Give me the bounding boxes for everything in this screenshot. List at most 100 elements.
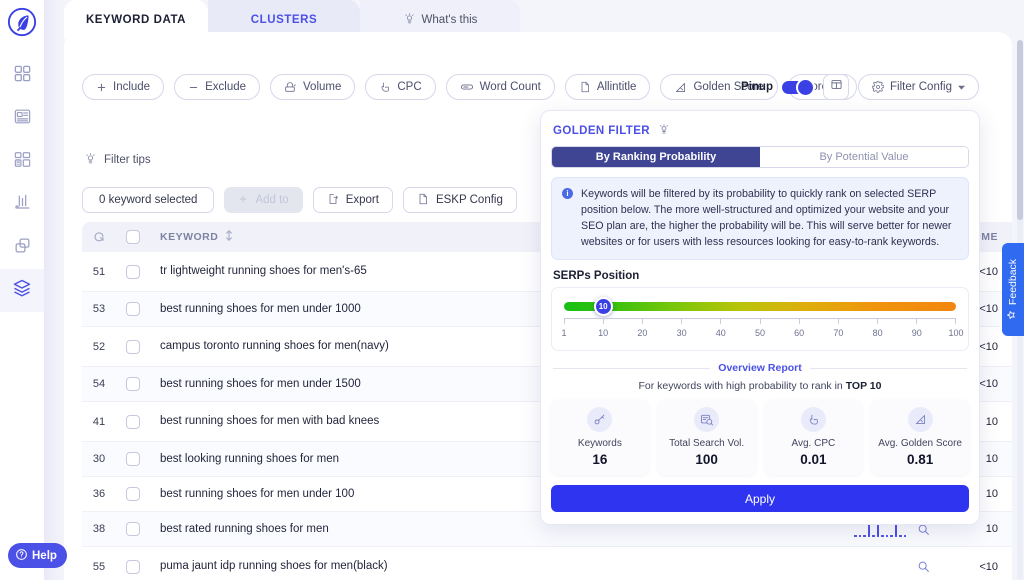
row-checkbox[interactable] bbox=[116, 302, 150, 316]
serps-slider-track[interactable]: 10 bbox=[564, 297, 956, 317]
sidebar-item-analytics[interactable] bbox=[0, 183, 44, 226]
pinup-label: Pinup bbox=[741, 81, 773, 93]
minus-icon bbox=[188, 82, 199, 93]
overview-subtitle-strong: TOP 10 bbox=[845, 380, 882, 393]
search-icon[interactable] bbox=[906, 560, 940, 573]
copy-pages-icon bbox=[13, 236, 32, 260]
bulb-icon bbox=[84, 152, 97, 168]
row-index: 30 bbox=[92, 453, 106, 465]
golden-filter-title-label: GOLDEN FILTER bbox=[553, 124, 650, 137]
sidebar-item-dashboard[interactable] bbox=[0, 54, 44, 97]
add-to-label: Add to bbox=[255, 194, 289, 206]
segment-by-ranking-probability[interactable]: By Ranking Probability bbox=[552, 147, 760, 167]
export-icon bbox=[327, 193, 339, 208]
slider-tick-label: 60 bbox=[794, 328, 805, 339]
stat-keywords-value: 16 bbox=[592, 452, 608, 468]
bulb-icon[interactable] bbox=[658, 123, 670, 138]
row-checkbox[interactable] bbox=[116, 264, 150, 279]
left-rail bbox=[0, 0, 44, 580]
row-index: 36 bbox=[92, 488, 106, 500]
serps-slider-thumb[interactable]: 10 bbox=[593, 297, 613, 317]
stat-avg-cpc: Avg. CPC 0.01 bbox=[764, 400, 863, 476]
eskp-config-button[interactable]: ESKP Config bbox=[402, 187, 517, 213]
row-checkbox[interactable] bbox=[116, 339, 150, 354]
row-index: 41 bbox=[92, 415, 106, 428]
help-button[interactable]: Help bbox=[8, 543, 67, 568]
chip-allintitle-label: Allintitle bbox=[596, 81, 637, 93]
eskp-config-label: ESKP Config bbox=[435, 194, 503, 206]
chip-allintitle[interactable]: Allintitle bbox=[564, 74, 651, 100]
divider-left bbox=[553, 367, 711, 369]
select-all-checkbox[interactable] bbox=[116, 230, 150, 244]
document-icon bbox=[417, 193, 429, 208]
stat-keywords-label: Keywords bbox=[577, 438, 622, 450]
row-index: 51 bbox=[92, 265, 106, 278]
stat-avg-cpc-value: 0.01 bbox=[800, 452, 827, 468]
document-icon bbox=[579, 81, 591, 93]
slider-tick-label: 100 bbox=[948, 328, 964, 339]
slider-tick-label: 50 bbox=[754, 328, 766, 339]
segment-by-potential-value[interactable]: By Potential Value bbox=[760, 147, 968, 167]
row-checkbox[interactable] bbox=[116, 522, 150, 536]
plus-icon bbox=[96, 82, 107, 93]
feedback-tab[interactable]: Feedback bbox=[1002, 243, 1024, 336]
chip-exclude[interactable]: Exclude bbox=[174, 74, 261, 100]
overview-subtitle-pre: For keywords with high probability to ra… bbox=[638, 380, 846, 393]
feather-logo-icon[interactable] bbox=[6, 6, 38, 38]
chip-volume[interactable]: Volume bbox=[270, 74, 356, 100]
golden-filter-info-box: i Keywords will be filtered by its proba… bbox=[551, 177, 969, 261]
overview-report-subtitle: For keywords with high probability to ra… bbox=[551, 380, 969, 392]
slider-tick-label: 30 bbox=[676, 328, 687, 339]
slider-tick-label: 20 bbox=[637, 328, 648, 339]
sort-icon bbox=[225, 229, 233, 244]
overview-stats: Keywords 16 Total Search Vol. 100 Avg. C… bbox=[551, 400, 969, 476]
feedback-label: Feedback bbox=[1007, 258, 1019, 306]
row-checkbox[interactable] bbox=[116, 487, 150, 501]
export-button[interactable]: Export bbox=[312, 187, 393, 213]
sidebar-item-pages[interactable] bbox=[0, 226, 44, 269]
panel-layout-icon bbox=[830, 78, 843, 96]
apply-button[interactable]: Apply bbox=[551, 485, 969, 513]
table-row[interactable]: 55 puma jaunt idp running shoes for men(b… bbox=[82, 547, 1012, 580]
tab-clusters-label: CLUSTERS bbox=[250, 13, 318, 26]
stat-total-search-vol: Total Search Vol. 100 bbox=[657, 400, 756, 476]
row-checkbox[interactable] bbox=[116, 414, 150, 429]
row-volume: <10 bbox=[979, 560, 998, 573]
golden-score-icon bbox=[907, 407, 933, 433]
caret-down-icon bbox=[958, 84, 965, 91]
serps-position-slider-box: 10 1 10 20 30 40 50 60 70 80 90 100 bbox=[551, 287, 969, 352]
sidebar-item-content[interactable] bbox=[0, 97, 44, 140]
chip-word-count[interactable]: Word Count bbox=[445, 74, 555, 100]
app-root: KEYWORD DATA CLUSTERS What's this Includ… bbox=[0, 0, 1024, 580]
row-checkbox[interactable] bbox=[116, 377, 150, 391]
tab-keyword-data-label: KEYWORD DATA bbox=[85, 13, 187, 26]
search-doc-icon bbox=[694, 407, 720, 433]
golden-filter-panel: GOLDEN FILTER By Ranking Probability By … bbox=[540, 110, 980, 526]
row-index: 38 bbox=[92, 523, 106, 535]
chip-include-label: Include bbox=[113, 81, 151, 93]
selected-count-box[interactable]: 0 keyword selected bbox=[82, 187, 215, 213]
panel-layout-button[interactable] bbox=[823, 74, 849, 100]
chip-include[interactable]: Include bbox=[82, 74, 165, 100]
scrollbar-thumb[interactable] bbox=[1017, 40, 1023, 220]
pinup-toggle[interactable] bbox=[782, 77, 815, 97]
cursor-click-icon bbox=[800, 407, 826, 433]
add-to-button[interactable]: Add to bbox=[224, 187, 303, 213]
export-label: Export bbox=[345, 194, 379, 206]
filter-tips-label: Filter tips bbox=[104, 154, 151, 166]
refresh-icon[interactable] bbox=[82, 231, 116, 243]
sidebar-item-blocks[interactable] bbox=[0, 140, 44, 183]
filter-config-button[interactable]: Filter Config bbox=[858, 74, 979, 100]
chip-exclude-label: Exclude bbox=[205, 81, 247, 93]
sidebar-item-keywords[interactable] bbox=[0, 269, 44, 312]
slider-tick-label: 90 bbox=[911, 328, 922, 339]
row-checkbox[interactable] bbox=[116, 452, 150, 466]
slider-tick-label: 80 bbox=[872, 328, 883, 339]
row-checkbox[interactable] bbox=[116, 559, 150, 574]
layout-blocks-icon bbox=[13, 150, 32, 174]
article-icon bbox=[13, 107, 32, 131]
serps-slider-ticks bbox=[564, 318, 956, 326]
gear-icon bbox=[872, 81, 884, 93]
filter-tips[interactable]: Filter tips bbox=[84, 152, 151, 168]
chip-cpc[interactable]: CPC bbox=[365, 74, 436, 100]
